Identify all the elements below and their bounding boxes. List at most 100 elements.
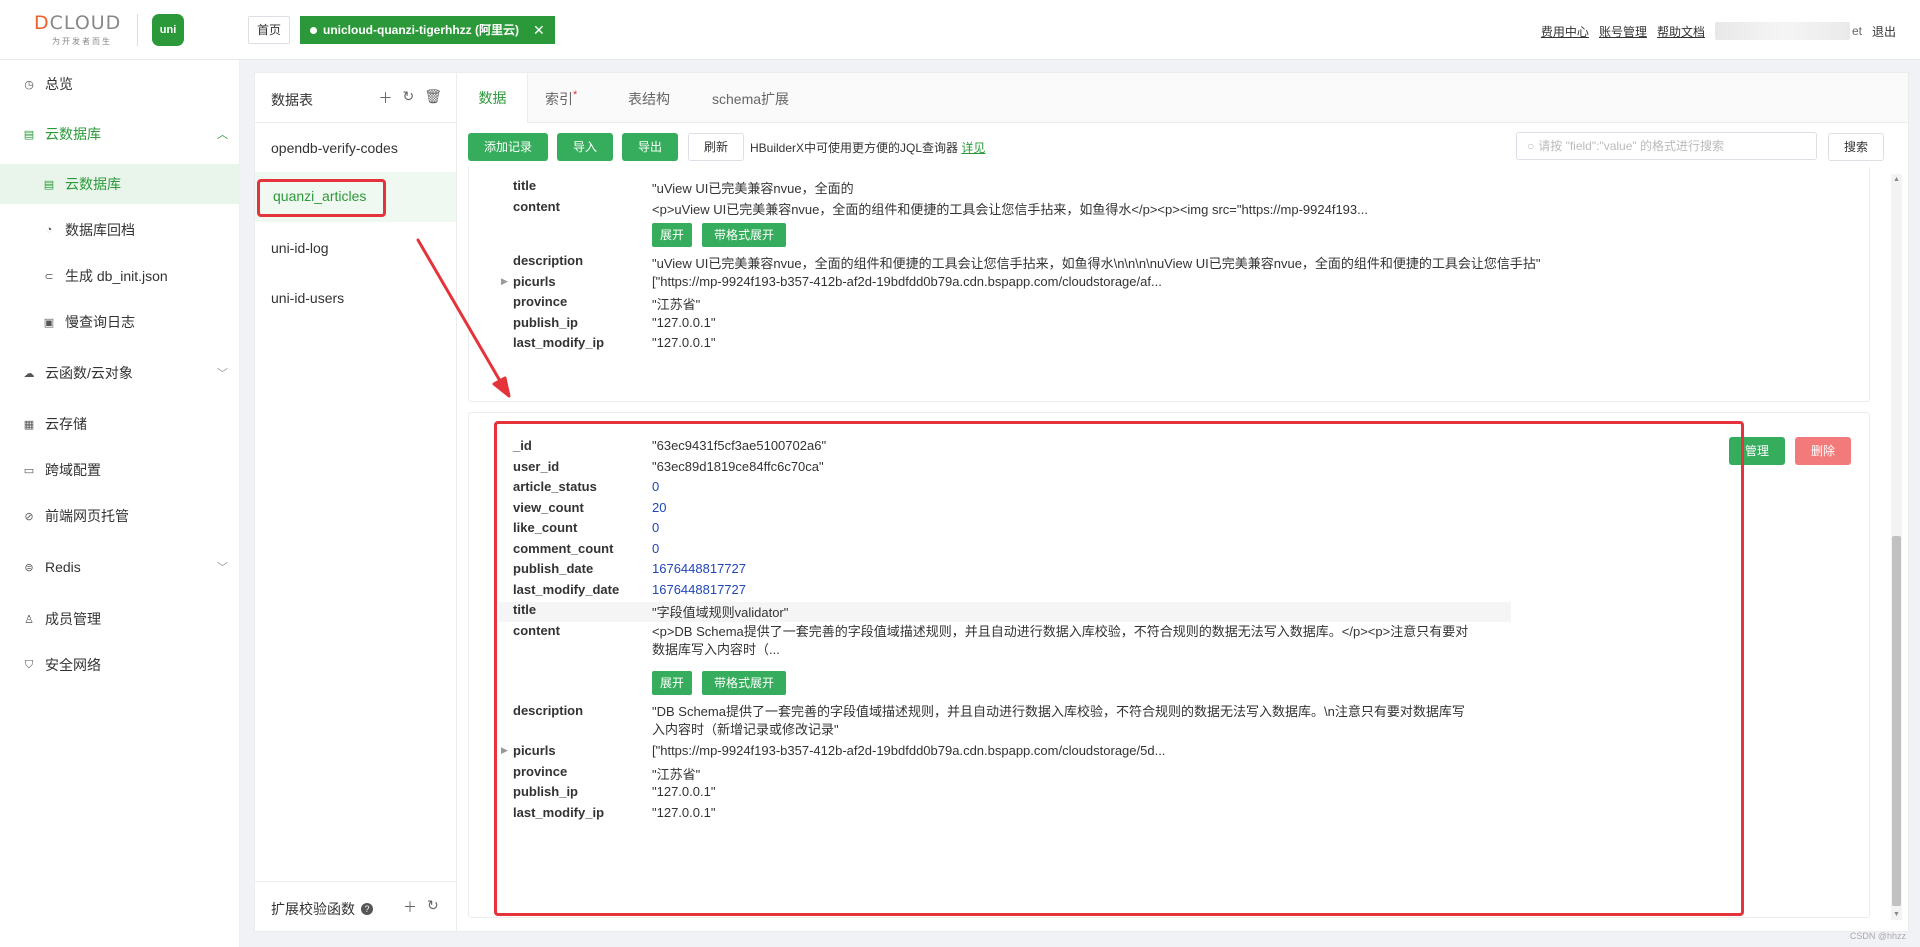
export-button[interactable]: 导出 (622, 133, 678, 161)
import-button[interactable]: 导入 (557, 133, 613, 161)
jql-tip: HBuilderX中可使用更方便的JQL查询器 详见 (750, 141, 986, 155)
field-row: ▶ picurls ["https://mp-9924f193-b357-412b-… (501, 274, 1162, 289)
account-link[interactable]: 账号管理 (1599, 23, 1647, 40)
divider (255, 122, 456, 123)
billing-link[interactable]: 费用中心 (1541, 23, 1589, 40)
generate-icon: ⊂ (44, 270, 54, 283)
dcloud-logo[interactable]: DCLOUD 为开发者而生 (34, 12, 124, 48)
members-icon: ♙ (24, 613, 34, 626)
add-record-button[interactable]: 添加记录 (468, 133, 548, 161)
logo-divider (137, 14, 138, 46)
search-input[interactable]: ○ 请按 "field":"value" 的格式进行搜索 (1516, 132, 1817, 160)
cors-icon: ▭ (23, 464, 35, 477)
field-row: province "江苏省" (513, 294, 701, 312)
logout-link[interactable]: 退出 (1872, 23, 1896, 40)
tables-tools: ＋ ↻ 🗑 (378, 88, 442, 108)
database-icon: ▤ (23, 128, 35, 141)
tab-schema-extension[interactable]: schema扩展 (712, 89, 789, 109)
expand-formatted-button[interactable]: 带格式展开 (702, 223, 786, 247)
redis-icon: ⊜ (24, 561, 34, 574)
uni-logo-icon: uni (152, 14, 184, 46)
field-row: title "uView UI已完美兼容nvue，全面的 (513, 178, 854, 196)
uni-logo-text: uni (159, 24, 177, 36)
rollback-icon: ◔ (45, 224, 53, 236)
tabs: 数据 索引* 表结构 schema扩展 (458, 73, 1908, 123)
expand-triangle-icon[interactable]: ▶ (501, 276, 508, 287)
help-icon[interactable]: ? (361, 903, 373, 915)
field-row: last_modify_ip "127.0.0.1" (513, 335, 716, 350)
chevron-down-icon: ﹀ (217, 368, 228, 380)
close-icon[interactable]: ✕ (533, 16, 545, 44)
tab-data[interactable]: 数据 (458, 73, 528, 123)
sidebar-item-members[interactable]: ♙ 成员管理 (0, 599, 240, 639)
top-links: 费用中心 账号管理 帮助文档 et 退出 (1541, 22, 1896, 40)
top-bar: DCLOUD 为开发者而生 uni 首页 unicloud-quanzi-tig… (0, 0, 1920, 60)
trash-icon[interactable]: 🗑 (424, 88, 442, 108)
chevron-down-icon: ﹀ (217, 562, 228, 574)
user-name-blurred (1714, 22, 1850, 40)
sidebar-item-cloud-db[interactable]: ▤ 云数据库 ︿ (0, 114, 240, 154)
help-docs-link[interactable]: 帮助文档 (1657, 23, 1705, 40)
expand-button[interactable]: 展开 (652, 223, 692, 247)
table-item-opendb-verify-codes[interactable]: opendb-verify-codes (271, 140, 398, 156)
shield-icon: ⛉ (24, 658, 34, 671)
sidebar-item-redis[interactable]: ⊜ Redis ﹀ (0, 547, 240, 587)
table-icon: ▤ (43, 178, 55, 191)
delete-button[interactable]: 删除 (1795, 437, 1851, 465)
active-dot-icon (310, 26, 317, 34)
service-space-tab[interactable]: unicloud-quanzi-tigerhhzz (阿里云) ✕ (300, 16, 555, 44)
sidebar-item-cloud-functions[interactable]: ☁ 云函数/云对象 ﹀ (0, 353, 240, 393)
records-scrollbar[interactable]: ▲ ▼ (1891, 174, 1902, 920)
sidebar-item-hosting[interactable]: ⊘ 前端网页托管 (0, 496, 240, 536)
search-icon: ○ (1527, 139, 1535, 153)
log-icon: ▣ (43, 316, 55, 329)
refresh-icon[interactable]: ↻ (427, 897, 439, 917)
watermark: CSDN @hhzz (1849, 931, 1906, 941)
field-row: description "uView UI已完美兼容nvue，全面的组件和便捷的工… (513, 253, 1541, 271)
user-name-suffix: et (1851, 24, 1862, 38)
field-row: content <p>uView UI已完美兼容nvue，全面的组件和便捷的工具会… (513, 199, 1368, 217)
logo-tagline: 为开发者而生 (52, 37, 112, 46)
refresh-button[interactable]: 刷新 (688, 133, 744, 161)
tables-panel: 数据表 ＋ ↻ 🗑 opendb-verify-codes quanzi_art… (255, 73, 457, 931)
chevron-up-icon: ︿ (217, 129, 228, 141)
sidebar-item-cloud-storage[interactable]: ▦ 云存储 (0, 404, 240, 444)
record-card: title "uView UI已完美兼容nvue，全面的 content <p>uV… (468, 167, 1870, 402)
service-space-name: unicloud-quanzi-tigerhhzz (阿里云) (323, 23, 519, 37)
jql-details-link[interactable]: 详见 (961, 141, 985, 155)
storage-icon: ▦ (23, 418, 35, 431)
ext-validate-functions[interactable]: 扩展校验函数 ? (271, 899, 373, 919)
table-item-uni-id-log[interactable]: uni-id-log (271, 240, 329, 256)
sidebar-item-slow-query-log[interactable]: ▣ 慢查询日志 (0, 302, 240, 342)
add-icon[interactable]: ＋ (403, 897, 417, 917)
dashboard-icon: ◷ (24, 78, 34, 91)
home-tab[interactable]: 首页 (248, 16, 291, 44)
tab-index[interactable]: 索引* (545, 89, 577, 109)
tables-title: 数据表 (271, 92, 313, 108)
sidebar-item-cloud-db-sub[interactable]: ▤ 云数据库 (0, 164, 240, 204)
scroll-up-icon[interactable]: ▲ (1893, 176, 1900, 183)
add-icon[interactable]: ＋ (378, 88, 392, 108)
scroll-down-icon[interactable]: ▼ (1893, 911, 1900, 918)
refresh-icon[interactable]: ↻ (402, 88, 414, 108)
toolbar: 添加记录 导入 导出 刷新 HBuilderX中可使用更方便的JQL查询器 详见… (458, 123, 1908, 167)
sidebar-item-overview[interactable]: ◷ 总览 (0, 64, 240, 104)
divider (255, 881, 456, 882)
scrollbar-thumb[interactable] (1892, 536, 1901, 906)
table-item-uni-id-users[interactable]: uni-id-users (271, 290, 344, 306)
sidebar-item-security[interactable]: ⛉ 安全网络 (0, 645, 240, 685)
cloud-icon: ☁ (23, 367, 35, 380)
annotation-highlight-table (257, 179, 386, 217)
search-button[interactable]: 搜索 (1828, 133, 1884, 161)
logo-letter-d: D (34, 12, 50, 34)
sidebar: ◷ 总览 ▤ 云数据库 ︿ ▤ 云数据库 ◔ 数据库回档 ⊂ 生成 db_init.jso… (0, 60, 240, 947)
sidebar-item-cors[interactable]: ▭ 跨域配置 (0, 450, 240, 490)
annotation-highlight-record (494, 421, 1744, 916)
ext-tools: ＋ ↻ (403, 897, 439, 917)
field-row: publish_ip "127.0.0.1" (513, 315, 716, 330)
sidebar-item-db-rollback[interactable]: ◔ 数据库回档 (0, 210, 240, 250)
tab-schema-structure[interactable]: 表结构 (628, 89, 670, 109)
hosting-icon: ⊘ (24, 510, 34, 523)
logo-word-cloud: CLOUD (49, 12, 122, 34)
sidebar-item-gen-db-init[interactable]: ⊂ 生成 db_init.json (0, 256, 240, 296)
